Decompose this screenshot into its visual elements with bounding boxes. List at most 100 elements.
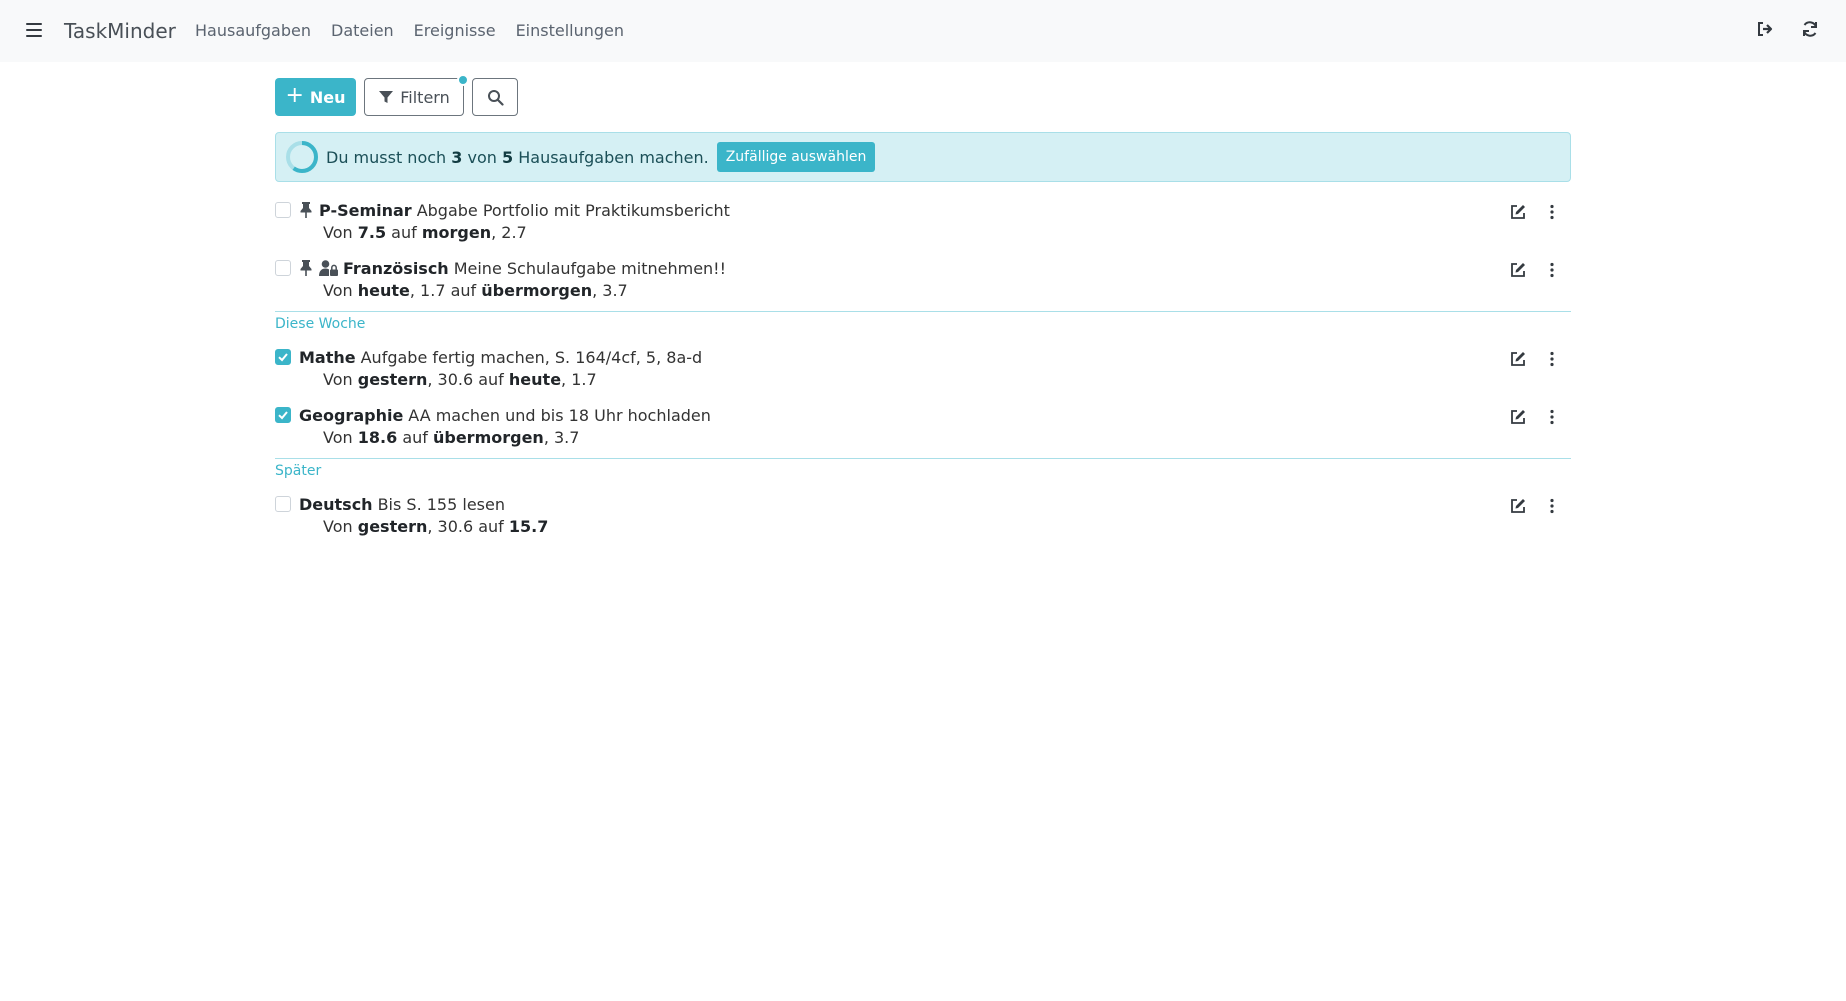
task-to-date: , 2.7 xyxy=(491,223,527,242)
task-dates: Von gestern, 30.6 auf heute, 1.7 xyxy=(323,370,597,389)
task-description: AA machen und bis 18 Uhr hochladen xyxy=(408,405,711,425)
task-checkbox[interactable] xyxy=(275,260,291,276)
task-dates: Von gestern, 30.6 auf 15.7 xyxy=(323,517,548,536)
task-from-date: , 30.6 xyxy=(427,517,474,536)
task-dates: Von heute, 1.7 auf übermorgen, 3.7 xyxy=(323,281,628,300)
nav-link-einstellungen[interactable]: Einstellungen xyxy=(516,21,624,40)
task-item: Französisch Meine Schulaufgabe mitnehmen… xyxy=(275,253,1571,311)
progress-suffix: Hausaufgaben machen. xyxy=(518,147,709,167)
search-button[interactable] xyxy=(472,78,518,116)
nav-links: Hausaufgaben Dateien Ereignisse Einstell… xyxy=(195,21,624,40)
task-from: heute xyxy=(357,281,410,300)
homework-progress-alert: Du musst noch 3 von 5 Hausaufgaben mache… xyxy=(275,132,1571,182)
task-description: Bis S. 155 lesen xyxy=(377,494,505,514)
task-from: gestern xyxy=(357,370,428,389)
progress-prefix: Du musst noch xyxy=(326,147,447,167)
task-subject: Französisch xyxy=(343,258,449,278)
auf-label: auf xyxy=(478,370,504,389)
task-item: P-Seminar Abgabe Portfolio mit Praktikum… xyxy=(275,195,1571,253)
random-select-button[interactable]: Zufällige auswählen xyxy=(716,142,876,172)
auf-label: auf xyxy=(478,517,504,536)
nav-link-hausaufgaben[interactable]: Hausaufgaben xyxy=(195,21,311,40)
task-subject: Deutsch xyxy=(299,494,373,514)
toolbar: + Neu Filtern xyxy=(275,74,518,116)
task-to: heute xyxy=(508,370,562,389)
filter-active-indicator xyxy=(457,74,469,86)
edit-icon[interactable] xyxy=(1509,261,1527,279)
navbar: TaskMinder Hausaufgaben Dateien Ereignis… xyxy=(0,0,1846,62)
task-description: Aufgabe fertig machen, S. 164/4cf, 5, 8a… xyxy=(360,347,703,367)
filter-button-label: Filtern xyxy=(400,87,450,107)
more-options-icon[interactable] xyxy=(1543,497,1561,515)
task-to-date: , 1.7 xyxy=(561,370,597,389)
logout-icon[interactable] xyxy=(1755,19,1775,39)
progress-text: Du musst noch 3 von 5 Hausaufgaben mache… xyxy=(326,148,709,167)
von-label: Von xyxy=(323,281,353,300)
edit-icon[interactable] xyxy=(1509,203,1527,221)
task-description: Meine Schulaufgabe mitnehmen!! xyxy=(453,258,726,278)
task-from: 7.5 xyxy=(357,223,387,242)
task-subject: Mathe xyxy=(299,347,356,367)
nav-right xyxy=(1755,19,1820,39)
more-options-icon[interactable] xyxy=(1543,408,1561,426)
task-description: Abgabe Portfolio mit Praktikumsbericht xyxy=(416,200,730,220)
task-to: morgen xyxy=(421,223,492,242)
nav-link-ereignisse[interactable]: Ereignisse xyxy=(414,21,496,40)
task-dates: Von 18.6 auf übermorgen, 3.7 xyxy=(323,428,579,447)
task-to-date: , 3.7 xyxy=(543,428,580,447)
refresh-icon[interactable] xyxy=(1800,19,1820,39)
task-to: 15.7 xyxy=(508,517,549,536)
section-label-diese-woche: Diese Woche xyxy=(275,316,366,332)
edit-icon[interactable] xyxy=(1509,497,1527,515)
task-from: 18.6 xyxy=(357,428,398,447)
user-lock-icon xyxy=(319,260,338,276)
von-label: Von xyxy=(323,517,353,536)
more-options-icon[interactable] xyxy=(1543,203,1561,221)
pin-icon xyxy=(300,202,312,218)
search-icon xyxy=(487,89,504,106)
progress-ring xyxy=(286,141,318,173)
filter-icon xyxy=(379,91,394,103)
task-to: übermorgen xyxy=(481,281,593,300)
task-dates: Von 7.5 auf morgen, 2.7 xyxy=(323,223,527,242)
remaining-count: 3 xyxy=(451,147,463,167)
pin-icon xyxy=(300,260,312,276)
von-label: Von xyxy=(323,370,353,389)
task-from-date: , 1.7 xyxy=(409,281,446,300)
plus-icon: + xyxy=(285,83,304,108)
new-button-label: Neu xyxy=(309,87,346,107)
edit-icon[interactable] xyxy=(1509,408,1527,426)
progress-mid: von xyxy=(467,147,497,167)
check-icon xyxy=(278,353,288,362)
task-from: gestern xyxy=(357,517,428,536)
more-options-icon[interactable] xyxy=(1543,350,1561,368)
task-checkbox[interactable] xyxy=(275,496,291,512)
check-icon xyxy=(278,411,288,420)
auf-label: auf xyxy=(450,281,477,300)
task-item: Deutsch Bis S. 155 lesen Von gestern, 30… xyxy=(275,489,1571,547)
von-label: Von xyxy=(323,223,353,242)
task-item: Mathe Aufgabe fertig machen, S. 164/4cf,… xyxy=(275,342,1571,400)
brand-title[interactable]: TaskMinder xyxy=(64,19,176,43)
task-checkbox[interactable] xyxy=(275,407,291,423)
more-options-icon[interactable] xyxy=(1543,261,1561,279)
edit-icon[interactable] xyxy=(1509,350,1527,368)
task-from-date: , 30.6 xyxy=(427,370,474,389)
nav-link-dateien[interactable]: Dateien xyxy=(331,21,394,40)
task-subject: P-Seminar xyxy=(319,200,412,220)
task-checkbox[interactable] xyxy=(275,202,291,218)
section-label-spaeter: Später xyxy=(275,463,322,479)
task-checkbox[interactable] xyxy=(275,349,291,365)
new-button[interactable]: + Neu xyxy=(275,78,356,116)
auf-label: auf xyxy=(402,428,428,447)
task-item: Geographie AA machen und bis 18 Uhr hoch… xyxy=(275,400,1571,458)
filter-button[interactable]: Filtern xyxy=(364,74,469,116)
task-to-date: , 3.7 xyxy=(592,281,628,300)
task-list: P-Seminar Abgabe Portfolio mit Praktikum… xyxy=(275,195,1571,547)
auf-label: auf xyxy=(391,223,417,242)
menu-icon[interactable] xyxy=(26,23,42,37)
task-to: übermorgen xyxy=(432,428,544,447)
task-subject: Geographie xyxy=(299,405,404,425)
total-count: 5 xyxy=(502,147,514,167)
von-label: Von xyxy=(323,428,353,447)
